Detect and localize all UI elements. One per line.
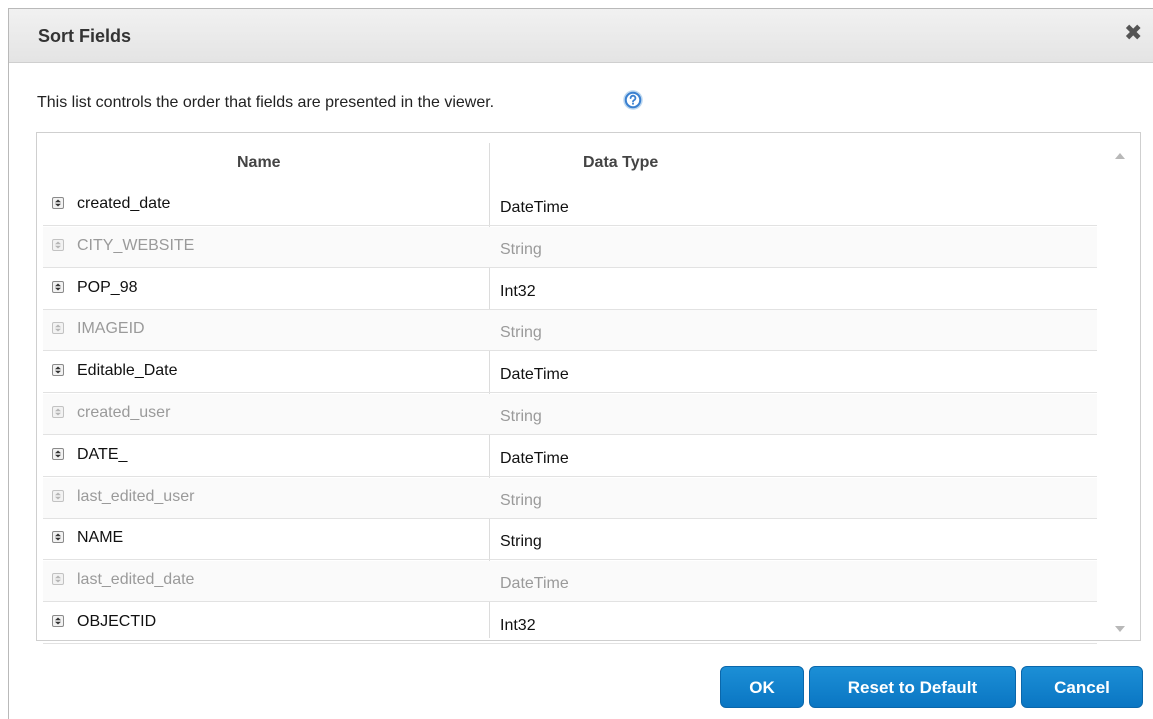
field-data-type: String	[500, 240, 542, 258]
field-name: CITY_WEBSITE	[77, 236, 195, 254]
scroll-up-arrow-icon[interactable]	[1115, 153, 1125, 159]
field-name: Editable_Date	[77, 362, 178, 380]
dialog-description: This list controls the order that fields…	[37, 94, 495, 111]
field-data-type: DateTime	[500, 575, 569, 593]
fields-grid: Name Data Type created_date DateTime CITY_…	[36, 132, 1141, 644]
field-data-type: String	[500, 324, 542, 342]
field-rows: created_date DateTime CITY_WEBSITE String PO…	[43, 185, 1097, 645]
field-name: last_edited_user	[77, 487, 195, 505]
field-name: OBJECTID	[77, 612, 157, 630]
field-data-type: String	[500, 407, 542, 425]
sort-fields-dialog: Sort Fields ✖ This list controls the ord…	[8, 8, 1153, 719]
table-row[interactable]: created_date DateTime	[43, 185, 1097, 226]
table-row[interactable]: POP_98 Int32	[43, 269, 1097, 310]
field-data-type: String	[500, 491, 542, 509]
table-row[interactable]: DATE_ DateTime	[43, 436, 1097, 477]
cancel-button[interactable]: Cancel	[1021, 666, 1143, 708]
field-data-type: Int32	[500, 616, 536, 634]
field-data-type: DateTime	[500, 449, 569, 467]
sort-handle-icon[interactable]	[52, 364, 64, 377]
field-data-type: DateTime	[500, 366, 569, 384]
dialog-titlebar: Sort Fields ✖	[9, 9, 1153, 63]
sort-handle-icon[interactable]	[52, 322, 64, 335]
table-row[interactable]: CITY_WEBSITE String	[43, 226, 1097, 268]
table-row[interactable]: last_edited_date DateTime	[43, 561, 1097, 603]
sort-handle-icon[interactable]	[52, 531, 64, 544]
ok-button[interactable]: OK	[720, 666, 804, 708]
field-name: IMAGEID	[77, 320, 145, 338]
sort-handle-icon[interactable]	[52, 447, 64, 460]
field-data-type: String	[500, 533, 542, 551]
field-name: created_user	[77, 403, 171, 421]
sort-handle-icon[interactable]	[52, 489, 64, 502]
close-icon[interactable]: ✖	[1124, 22, 1142, 44]
table-row[interactable]: OBJECTID Int32	[43, 603, 1097, 644]
sort-handle-icon[interactable]	[52, 573, 64, 586]
sort-handle-icon[interactable]	[52, 280, 64, 293]
field-name: NAME	[77, 529, 124, 547]
table-row[interactable]: IMAGEID String	[43, 310, 1097, 352]
table-row[interactable]: created_user String	[43, 393, 1097, 435]
column-header-name[interactable]: Name	[237, 154, 281, 172]
field-name: created_date	[77, 195, 171, 212]
sort-handle-icon[interactable]	[52, 238, 64, 251]
question-circle-icon[interactable]	[623, 90, 643, 110]
field-name: last_edited_date	[77, 571, 195, 589]
grid-header: Name Data Type	[37, 133, 1097, 185]
column-header-data-type[interactable]: Data Type	[583, 154, 658, 172]
field-name: POP_98	[77, 278, 138, 296]
sort-handle-icon[interactable]	[52, 405, 64, 418]
table-row[interactable]: last_edited_user String	[43, 477, 1097, 519]
scroll-down-arrow-icon[interactable]	[1115, 626, 1125, 632]
field-data-type: DateTime	[500, 199, 569, 216]
sort-handle-icon[interactable]	[52, 614, 64, 627]
field-data-type: Int32	[500, 282, 536, 300]
reset-to-default-button[interactable]: Reset to Default	[809, 666, 1016, 708]
table-row[interactable]: NAME String	[43, 519, 1097, 561]
dialog-title: Sort Fields	[38, 26, 132, 46]
sort-handle-icon[interactable]	[52, 197, 64, 209]
table-row[interactable]: Editable_Date DateTime	[43, 352, 1097, 394]
field-name: DATE_	[77, 445, 128, 463]
